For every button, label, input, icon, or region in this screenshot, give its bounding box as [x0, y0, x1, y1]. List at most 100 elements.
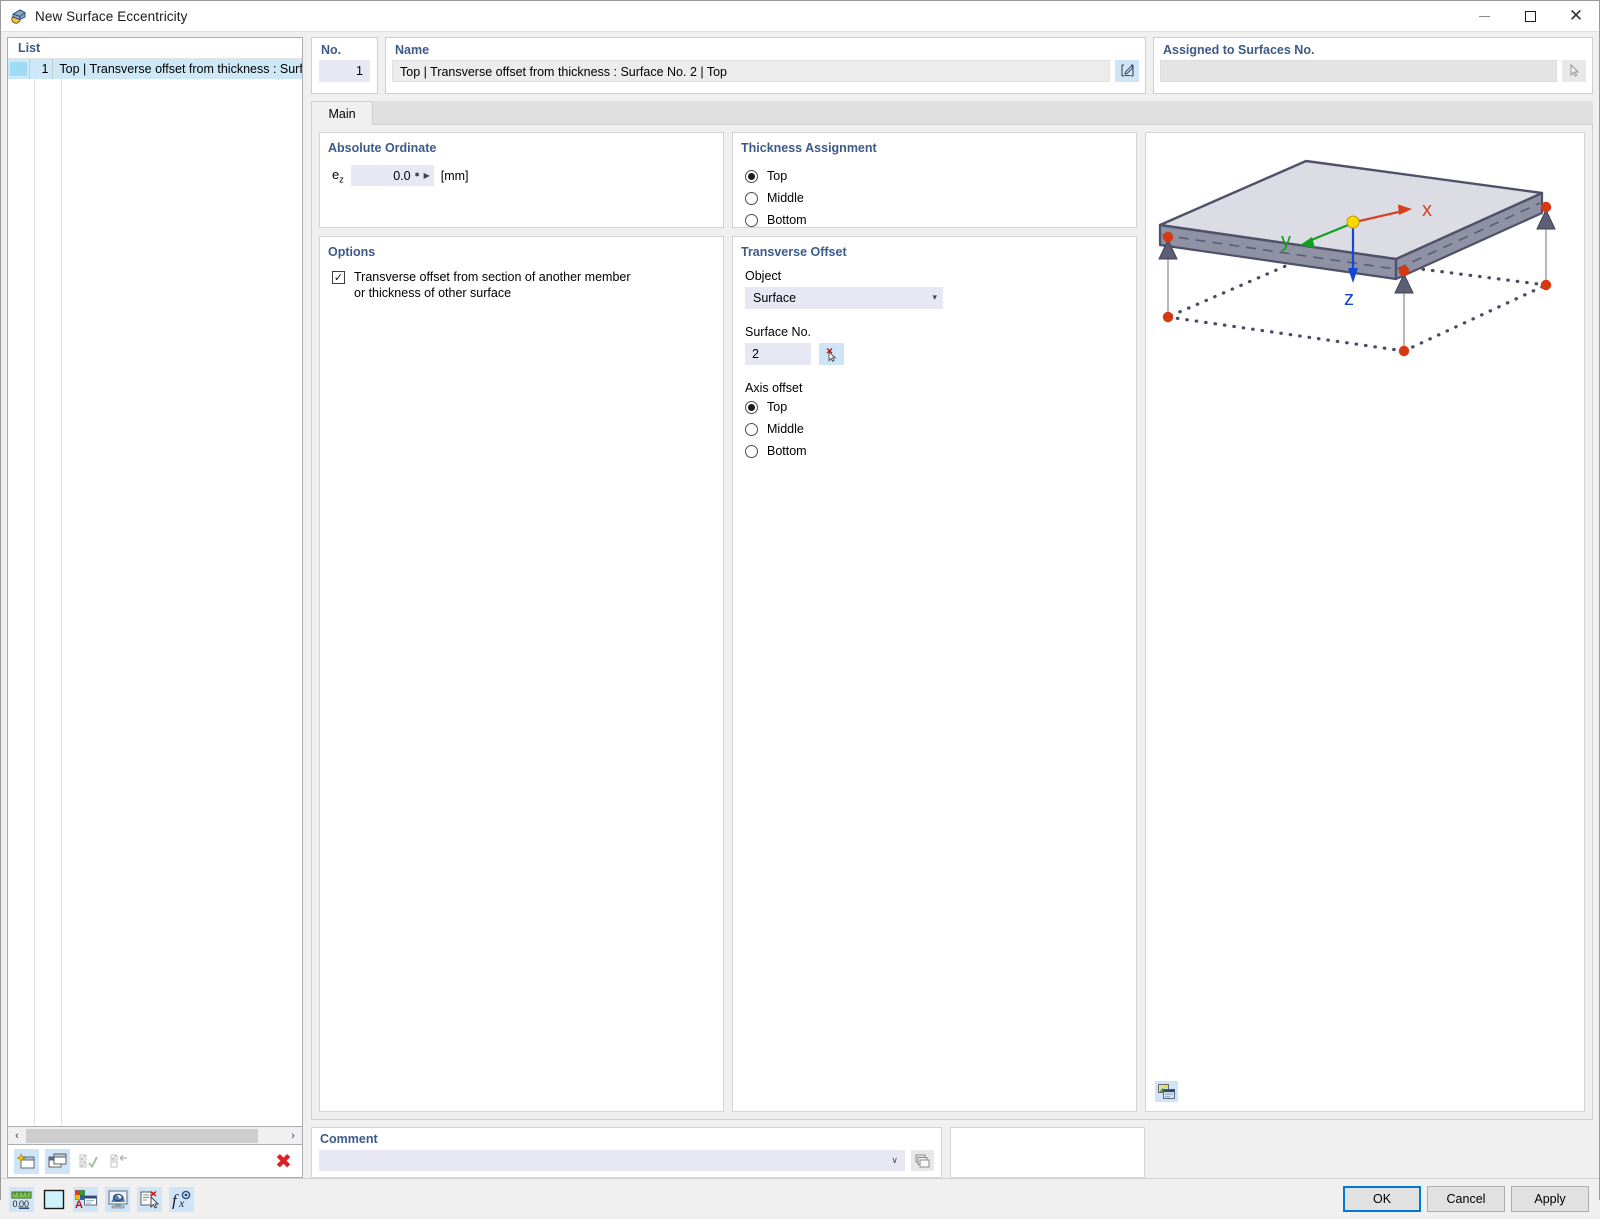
- transverse-offset-checkbox-row[interactable]: ✓ Transverse offset from section of anot…: [332, 269, 711, 301]
- delete-item-button[interactable]: ✖: [271, 1149, 296, 1174]
- axis-label-z: z: [1344, 288, 1354, 310]
- axis-offset-top-label: Top: [767, 400, 787, 414]
- axis-offset-label: Axis offset: [745, 381, 1124, 395]
- pick-surfaces-button[interactable]: [1562, 60, 1586, 82]
- axis-offset-top[interactable]: Top: [745, 396, 1124, 418]
- assigned-surfaces-box: Assigned to Surfaces No.: [1153, 37, 1593, 94]
- window-title: New Surface Eccentricity: [35, 9, 187, 24]
- list-horizontal-scrollbar[interactable]: ‹ ›: [7, 1127, 303, 1145]
- radio-icon-axis-top: [745, 401, 758, 414]
- name-input[interactable]: Top | Transverse offset from thickness :…: [392, 60, 1110, 82]
- comment-viewport-spacer: [1153, 1127, 1593, 1178]
- comment-chevron-down-icon[interactable]: ∨: [891, 1156, 898, 1166]
- color-button[interactable]: [41, 1187, 66, 1212]
- left-panel: List 1 Top | Transverse offset from thic…: [7, 37, 303, 1178]
- close-icon: ✕: [1569, 8, 1583, 25]
- radio-icon-top: [745, 170, 758, 183]
- axis-offset-middle-label: Middle: [767, 422, 804, 436]
- checkbox-line-2: or thickness of other surface: [354, 286, 511, 300]
- axis-offset-bottom[interactable]: Bottom: [745, 440, 1124, 462]
- ez-expand-icon[interactable]: ▶: [424, 171, 430, 180]
- thickness-option-middle-label: Middle: [767, 191, 804, 205]
- comment-row: Comment ∨: [311, 1127, 1593, 1178]
- absolute-ordinate-group: Absolute Ordinate ez 0.0 ▲: [319, 132, 724, 228]
- object-label: Object: [745, 269, 1124, 283]
- list-item[interactable]: 1 Top | Transverse offset from thickness…: [8, 59, 302, 79]
- list-column-divider-2: [61, 79, 62, 1126]
- transverse-offset-title: Transverse Offset: [733, 245, 1136, 259]
- pick-surface-button[interactable]: [819, 343, 844, 365]
- ez-input[interactable]: 0.0 ▲ ▼ ▶: [351, 165, 434, 186]
- thickness-assignment-group: Thickness Assignment Top Mid: [732, 132, 1137, 228]
- no-field-box: No. 1: [311, 37, 378, 94]
- transverse-offset-checkbox[interactable]: ✓: [332, 271, 345, 284]
- tab-main[interactable]: Main: [311, 101, 373, 125]
- copy-item-button[interactable]: [45, 1149, 70, 1174]
- comment-input[interactable]: ∨: [319, 1150, 905, 1171]
- axis-offset-middle[interactable]: Middle: [745, 418, 1124, 440]
- scrollbar-thumb[interactable]: [26, 1129, 258, 1143]
- surface-eccentricity-icon: [10, 8, 27, 25]
- transverse-offset-group: Transverse Offset Object Surface ▾ Surfa…: [732, 236, 1137, 1112]
- name-field-box: Name Top | Transverse offset from thickn…: [385, 37, 1146, 94]
- edit-name-button[interactable]: [1115, 60, 1139, 82]
- panels-area: Absolute Ordinate ez 0.0 ▲: [311, 125, 1593, 1120]
- new-item-button[interactable]: [14, 1149, 39, 1174]
- ez-stepper[interactable]: ▲ ▼: [414, 175, 421, 176]
- surface-no-input[interactable]: 2: [745, 343, 811, 365]
- tab-fill: [373, 101, 1593, 125]
- options-body: ✓ Transverse offset from section of anot…: [320, 269, 723, 311]
- right-area: No. 1 Name Top | Transverse offset from …: [303, 37, 1593, 1178]
- 3d-viewport[interactable]: x y z: [1145, 132, 1585, 1112]
- invert-selection-button[interactable]: [107, 1149, 132, 1174]
- close-button[interactable]: ✕: [1553, 1, 1599, 32]
- main-row: List 1 Top | Transverse offset from thic…: [7, 37, 1593, 1178]
- no-label: No.: [312, 43, 377, 60]
- ez-row: ez 0.0 ▲ ▼ ▶: [332, 165, 711, 186]
- maximize-icon: [1525, 11, 1536, 22]
- dialog-body: List 1 Top | Transverse offset from thic…: [1, 32, 1599, 1178]
- comment-side-panel: [950, 1127, 1145, 1178]
- absolute-ordinate-title: Absolute Ordinate: [320, 141, 723, 155]
- transverse-offset-checkbox-label: Transverse offset from section of anothe…: [354, 269, 631, 301]
- check-icon: ✓: [334, 272, 343, 283]
- scrollbar-track[interactable]: [26, 1128, 284, 1144]
- transverse-offset-body: Object Surface ▾ Surface No. 2: [733, 269, 1136, 472]
- list-toolbar: ✖: [7, 1145, 303, 1178]
- assigned-input[interactable]: [1160, 60, 1557, 82]
- selection-button[interactable]: [137, 1187, 162, 1212]
- thickness-option-middle[interactable]: Middle: [745, 187, 1124, 209]
- assigned-inner: [1154, 60, 1592, 82]
- radio-icon-bottom: [745, 214, 758, 227]
- scroll-right-arrow-icon[interactable]: ›: [284, 1128, 302, 1144]
- select-all-button[interactable]: [76, 1149, 101, 1174]
- render-settings-button[interactable]: [1155, 1081, 1178, 1102]
- assigned-label: Assigned to Surfaces No.: [1154, 43, 1592, 60]
- comment-library-button[interactable]: [911, 1150, 934, 1171]
- no-value[interactable]: 1: [319, 60, 370, 82]
- scroll-left-arrow-icon[interactable]: ‹: [8, 1128, 26, 1144]
- ok-button[interactable]: OK: [1343, 1186, 1421, 1212]
- thickness-option-bottom[interactable]: Bottom: [745, 209, 1124, 231]
- view-button[interactable]: [105, 1187, 130, 1212]
- thickness-assignment-title: Thickness Assignment: [733, 141, 1136, 155]
- header-row: No. 1 Name Top | Transverse offset from …: [311, 37, 1593, 94]
- cancel-button[interactable]: Cancel: [1427, 1186, 1505, 1212]
- display-properties-button[interactable]: A: [73, 1187, 98, 1212]
- comment-title: Comment: [312, 1132, 941, 1146]
- name-label: Name: [386, 43, 1145, 60]
- ez-unit: [mm]: [441, 169, 469, 183]
- object-select[interactable]: Surface ▾: [745, 287, 943, 309]
- apply-button[interactable]: Apply: [1511, 1186, 1589, 1212]
- checkbox-line-1: Transverse offset from section of anothe…: [354, 270, 631, 284]
- thickness-assignment-body: Top Middle Bottom: [733, 165, 1136, 241]
- list-item-label: Top | Transverse offset from thickness :…: [53, 62, 302, 76]
- units-button[interactable]: 0. 00: [9, 1187, 34, 1212]
- maximize-button[interactable]: [1507, 1, 1553, 32]
- minimize-button[interactable]: [1461, 1, 1507, 32]
- object-select-value: Surface: [753, 291, 796, 305]
- apply-button-label: Apply: [1534, 1192, 1565, 1206]
- thickness-option-top[interactable]: Top: [745, 165, 1124, 187]
- formula-button[interactable]: f x: [169, 1187, 194, 1212]
- surface-no-label: Surface No.: [745, 325, 1124, 339]
